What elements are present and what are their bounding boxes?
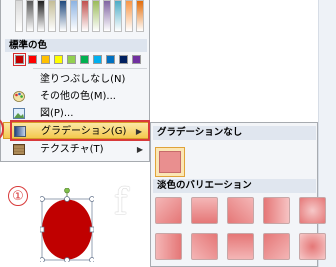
gradient-variation-tile[interactable] bbox=[263, 197, 290, 224]
standard-color-swatch[interactable] bbox=[28, 55, 37, 64]
gradient-highlight-box bbox=[10, 120, 150, 141]
theme-color-swatch[interactable] bbox=[48, 0, 56, 32]
theme-color-swatch[interactable] bbox=[136, 0, 144, 32]
light-variations-header: 淡色のバリエーション bbox=[153, 179, 316, 193]
standard-color-swatch[interactable] bbox=[132, 55, 141, 64]
menu-item-no-fill[interactable]: 塗りつぶしなし(N) bbox=[3, 71, 149, 88]
oval-fill bbox=[42, 199, 92, 260]
gradient-variation-tile[interactable] bbox=[227, 197, 254, 224]
standard-color-swatch[interactable] bbox=[80, 55, 89, 64]
standard-color-swatch[interactable] bbox=[67, 55, 76, 64]
theme-color-swatch[interactable] bbox=[70, 0, 78, 32]
no-gradient-option[interactable] bbox=[155, 147, 185, 177]
no-gradient-header: グラデーションなし bbox=[153, 126, 316, 140]
gradient-variation-tile[interactable] bbox=[263, 233, 290, 260]
standard-color-swatch[interactable] bbox=[106, 55, 115, 64]
gradient-variation-tile[interactable] bbox=[191, 197, 218, 224]
theme-color-swatch[interactable] bbox=[81, 0, 89, 32]
rotation-handle[interactable] bbox=[64, 188, 70, 194]
gradient-variation-tile[interactable] bbox=[191, 233, 218, 260]
theme-color-swatch[interactable] bbox=[59, 0, 67, 32]
standard-color-swatch[interactable] bbox=[13, 53, 26, 66]
menu-separator bbox=[33, 68, 147, 69]
step-number-badge: ① bbox=[8, 186, 28, 206]
standard-color-swatch[interactable] bbox=[93, 55, 102, 64]
gradient-variation-tile[interactable] bbox=[227, 233, 254, 260]
document-canvas bbox=[150, 0, 336, 130]
standard-color-swatch[interactable] bbox=[41, 55, 50, 64]
menu-item-texture[interactable]: テクスチャ(T) ▶ bbox=[3, 141, 149, 158]
theme-color-swatch[interactable] bbox=[125, 0, 133, 32]
gradient-submenu: グラデーションなし 淡色のバリエーション bbox=[150, 122, 326, 267]
palette-icon bbox=[13, 91, 25, 102]
no-gradient-swatch bbox=[159, 151, 181, 173]
standard-color-swatch[interactable] bbox=[119, 55, 128, 64]
theme-color-swatch[interactable] bbox=[37, 0, 45, 32]
picture-icon bbox=[13, 108, 25, 119]
more-colors-label: その他の色(M)... bbox=[40, 91, 116, 102]
standard-color-swatch[interactable] bbox=[54, 55, 63, 64]
scroll-track[interactable] bbox=[318, 0, 336, 267]
texture-icon bbox=[13, 144, 25, 155]
text-cursor-glyph: f bbox=[114, 182, 128, 223]
menu-item-more-colors[interactable]: その他の色(M)... bbox=[3, 88, 149, 105]
selected-oval-shape[interactable] bbox=[40, 188, 94, 262]
theme-color-swatch[interactable] bbox=[114, 0, 122, 32]
gradient-variation-tile[interactable] bbox=[299, 197, 326, 224]
theme-color-swatch[interactable] bbox=[15, 0, 23, 32]
submenu-arrow-icon: ▶ bbox=[136, 145, 143, 154]
theme-color-swatch[interactable] bbox=[92, 0, 100, 32]
standard-colors-header: 標準の色 bbox=[5, 39, 147, 52]
no-fill-label: 塗りつぶしなし(N) bbox=[40, 74, 126, 85]
gradient-variation-tile[interactable] bbox=[155, 233, 182, 260]
theme-color-swatch[interactable] bbox=[103, 0, 111, 32]
texture-label: テクスチャ(T) bbox=[40, 144, 104, 155]
gradient-variation-tile[interactable] bbox=[299, 233, 326, 260]
theme-color-swatch[interactable] bbox=[26, 0, 34, 32]
gradient-variation-tile[interactable] bbox=[155, 197, 182, 224]
